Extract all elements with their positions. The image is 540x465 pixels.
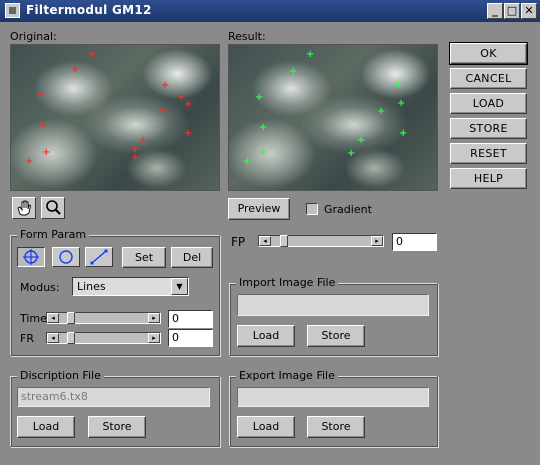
feature-marker: + — [131, 152, 140, 163]
line-shape-button[interactable] — [85, 247, 113, 267]
result-label: Result: — [228, 30, 266, 43]
magnifier-icon — [46, 200, 61, 215]
feature-marker: + — [159, 106, 168, 117]
feature-marker: + — [25, 156, 34, 167]
del-button[interactable]: Del — [171, 247, 213, 268]
import-load-button[interactable]: Load — [237, 325, 295, 347]
gradient-label: Gradient — [324, 203, 372, 216]
time-slider-thumb[interactable] — [67, 312, 76, 324]
minimize-icon[interactable]: _ — [487, 3, 503, 19]
feature-marker: + — [394, 80, 403, 91]
import-store-button[interactable]: Store — [307, 325, 365, 347]
title-bar[interactable]: Filtermodul GM12 _ □ ✕ — [0, 0, 540, 22]
store-button[interactable]: STORE — [450, 118, 527, 139]
feature-marker: + — [306, 49, 315, 60]
time-label: Time — [20, 312, 47, 325]
feature-marker: + — [259, 122, 268, 133]
feature-marker: + — [37, 90, 46, 101]
slider-left-arrow-icon[interactable]: ◂ — [47, 333, 59, 343]
slider-right-arrow-icon[interactable]: ▸ — [148, 313, 160, 323]
feature-marker: + — [289, 66, 298, 77]
feature-marker: + — [139, 135, 148, 146]
description-store-button[interactable]: Store — [88, 416, 146, 438]
preview-button[interactable]: Preview — [228, 198, 290, 220]
line-shape-icon — [90, 249, 108, 265]
hand-icon — [17, 200, 32, 216]
feature-marker: + — [243, 156, 252, 167]
set-button[interactable]: Set — [122, 247, 166, 268]
feature-marker: + — [255, 92, 264, 103]
import-image-title: Import Image File — [236, 276, 339, 289]
time-slider[interactable]: ◂ ▸ — [46, 312, 161, 324]
feature-marker: + — [88, 49, 97, 60]
export-image-path-field[interactable] — [237, 387, 429, 407]
feature-marker: + — [42, 147, 51, 158]
gradient-checkbox[interactable] — [306, 203, 318, 215]
feature-marker: + — [347, 148, 356, 159]
fr-slider[interactable]: ◂ ▸ — [46, 332, 161, 344]
chevron-down-icon[interactable]: ▼ — [171, 278, 188, 295]
feature-marker: + — [161, 80, 170, 91]
slider-left-arrow-icon[interactable]: ◂ — [47, 313, 59, 323]
reset-button[interactable]: RESET — [450, 143, 527, 164]
fr-label: FR — [20, 332, 34, 345]
fp-value-field[interactable]: 0 — [392, 233, 437, 251]
ok-button[interactable]: OK — [449, 42, 528, 65]
slider-right-arrow-icon[interactable]: ▸ — [148, 333, 160, 343]
cancel-button[interactable]: CANCEL — [450, 68, 527, 89]
fr-slider-thumb[interactable] — [67, 332, 76, 344]
modus-value: Lines — [77, 280, 106, 293]
modus-select[interactable]: Lines ▼ — [72, 277, 189, 296]
feature-marker: + — [357, 135, 366, 146]
import-image-path-field[interactable] — [237, 294, 429, 316]
hand-tool-button[interactable] — [12, 197, 36, 219]
close-icon[interactable]: ✕ — [521, 3, 537, 19]
grid-shape-button[interactable] — [17, 247, 45, 267]
original-image[interactable]: + + + + + + + + + + + + + + — [10, 44, 220, 191]
window-title: Filtermodul GM12 — [26, 3, 152, 17]
fp-slider-thumb[interactable] — [280, 235, 289, 247]
circle-shape-button[interactable] — [52, 247, 80, 267]
slider-right-arrow-icon[interactable]: ▸ — [371, 236, 383, 246]
zoom-tool-button[interactable] — [41, 197, 65, 219]
time-value-field[interactable]: 0 — [168, 310, 213, 328]
grid-shape-icon — [23, 249, 39, 265]
help-button[interactable]: HELP — [450, 168, 527, 189]
feature-marker: + — [71, 64, 80, 75]
feature-marker: + — [39, 120, 48, 131]
form-param-title: Form Param — [17, 228, 90, 241]
result-image[interactable]: + + + + + + + + + + + + — [228, 44, 438, 191]
modus-label: Modus: — [20, 281, 60, 294]
maximize-icon[interactable]: □ — [504, 3, 520, 19]
fr-value-field[interactable]: 0 — [168, 329, 213, 347]
slider-left-arrow-icon[interactable]: ◂ — [259, 236, 271, 246]
circle-shape-icon — [59, 250, 73, 264]
feature-marker: + — [377, 106, 386, 117]
feature-marker: + — [184, 99, 193, 110]
description-load-button[interactable]: Load — [17, 416, 75, 438]
original-label: Original: — [10, 30, 57, 43]
app-icon[interactable] — [5, 3, 20, 18]
fp-label: FP — [231, 235, 246, 249]
description-file-field[interactable]: stream6.tx8 — [17, 387, 210, 407]
description-file-title: Discription File — [17, 369, 104, 382]
feature-marker: + — [259, 147, 268, 158]
fp-slider[interactable]: ◂ ▸ — [258, 235, 384, 247]
feature-marker: + — [184, 128, 193, 139]
export-image-title: Export Image File — [236, 369, 338, 382]
export-store-button[interactable]: Store — [307, 416, 365, 438]
export-load-button[interactable]: Load — [237, 416, 295, 438]
feature-marker: + — [399, 128, 408, 139]
load-button[interactable]: LOAD — [450, 93, 527, 114]
feature-marker: + — [397, 98, 406, 109]
